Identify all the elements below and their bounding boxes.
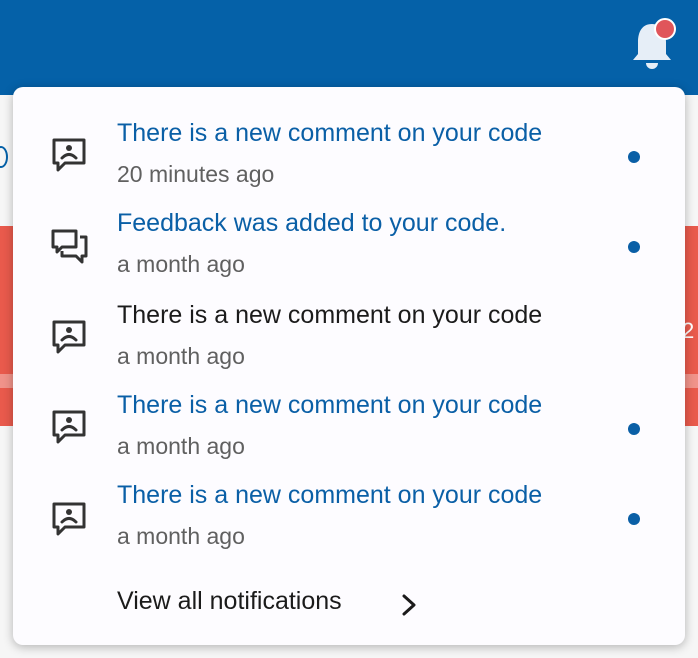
view-all-label: View all notifications <box>117 587 342 615</box>
feedback-icon <box>49 227 89 267</box>
top-navigation-bar <box>0 0 698 95</box>
notification-title: There is a new comment on your code <box>117 391 543 419</box>
notification-time: a month ago <box>117 523 245 549</box>
notification-title: There is a new comment on your code <box>117 119 543 147</box>
notification-item[interactable]: There is a new comment on your code a mo… <box>13 301 685 391</box>
comment-icon <box>49 407 89 447</box>
notification-time: a month ago <box>117 433 245 459</box>
notification-title: There is a new comment on your code <box>117 481 543 509</box>
notification-time: 20 minutes ago <box>117 161 275 187</box>
view-all-notifications-link[interactable]: View all notifications <box>117 587 416 621</box>
unread-indicator <box>628 513 640 525</box>
unread-indicator <box>628 241 640 253</box>
notification-item[interactable]: There is a new comment on your code a mo… <box>13 391 685 481</box>
comment-icon <box>49 135 89 175</box>
notification-title: Feedback was added to your code. <box>117 209 507 237</box>
notifications-dropdown: There is a new comment on your code 20 m… <box>13 87 685 645</box>
comment-icon <box>49 317 89 357</box>
comment-icon <box>49 499 89 539</box>
notification-bell-button[interactable] <box>630 18 676 70</box>
notification-item[interactable]: There is a new comment on your code 20 m… <box>13 119 685 209</box>
notification-time: a month ago <box>117 343 245 369</box>
notification-item[interactable]: There is a new comment on your code a mo… <box>13 481 685 571</box>
notification-time: a month ago <box>117 251 245 277</box>
unread-badge <box>654 18 676 40</box>
notification-title: There is a new comment on your code <box>117 301 543 329</box>
notification-item[interactable]: Feedback was added to your code. a month… <box>13 209 685 299</box>
unread-indicator <box>628 151 640 163</box>
unread-indicator <box>628 423 640 435</box>
chevron-right-icon <box>402 594 416 616</box>
